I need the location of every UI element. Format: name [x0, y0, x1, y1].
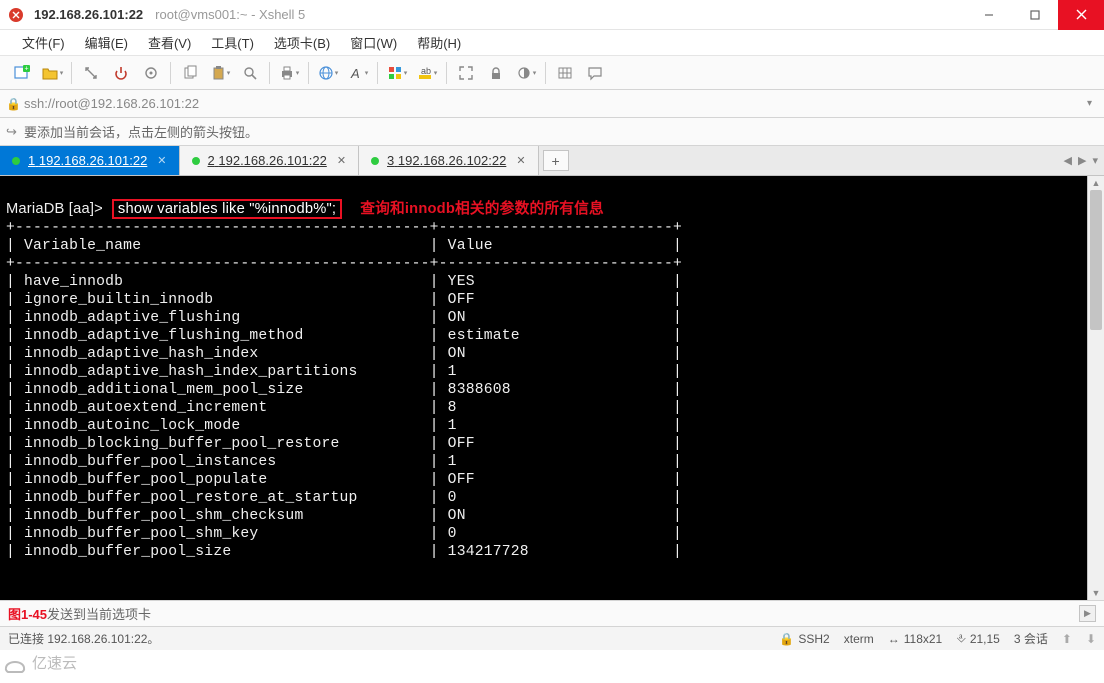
svg-text:+: +	[24, 65, 28, 72]
tab-close-icon[interactable]: ✕	[335, 154, 348, 167]
menubar: 文件(F) 编辑(E) 查看(V) 工具(T) 选项卡(B) 窗口(W) 帮助(…	[0, 30, 1104, 56]
font-icon[interactable]: A▾	[344, 59, 372, 87]
statusbar: 已连接 192.168.26.101:22。 🔒 SSH2 xterm ↔ 11…	[0, 626, 1104, 650]
scroll-down-icon[interactable]: ▼	[1088, 586, 1104, 600]
toolbar: + ▾ ▾ ▾ ▾ A▾ ▾ ab▾ ▾	[0, 56, 1104, 90]
status-down-icon[interactable]: ⬇	[1086, 632, 1096, 646]
fullscreen-icon[interactable]	[452, 59, 480, 87]
tab-next-icon[interactable]: ▶	[1078, 154, 1086, 167]
titlebar: 192.168.26.101:22 root@vms001:~ - Xshell…	[0, 0, 1104, 30]
open-icon[interactable]: ▾	[38, 59, 66, 87]
tab-prev-icon[interactable]: ◀	[1064, 154, 1072, 167]
keypad-icon[interactable]	[551, 59, 579, 87]
svg-text:亿速云: 亿速云	[32, 655, 77, 672]
toolbar-separator	[308, 62, 309, 84]
status-size: ↔ 118x21	[888, 632, 942, 646]
tab-list-icon[interactable]: ▾	[1092, 154, 1098, 167]
menu-edit[interactable]: 编辑(E)	[75, 33, 138, 52]
lock-icon: 🔒	[6, 97, 24, 111]
toolbar-separator	[71, 62, 72, 84]
status-dot-icon	[192, 157, 200, 165]
bottom-message-bar: 图1-45 发送到当前选项卡 ▶	[0, 600, 1104, 626]
address-dropdown-icon[interactable]: ▾	[1081, 98, 1098, 109]
print-icon[interactable]: ▾	[275, 59, 303, 87]
status-term: xterm	[844, 632, 874, 646]
tab-strip: 1 192.168.26.101:22 ✕ 2 192.168.26.101:2…	[0, 146, 1104, 176]
vertical-scrollbar[interactable]: ▲ ▼	[1087, 176, 1104, 600]
menu-window[interactable]: 窗口(W)	[340, 33, 407, 52]
session-tab-1[interactable]: 1 192.168.26.101:22 ✕	[0, 146, 180, 175]
new-session-icon[interactable]: +	[8, 59, 36, 87]
send-target-text: 发送到当前选项卡	[47, 604, 151, 623]
window-title: 192.168.26.101:22	[34, 7, 143, 22]
tab-close-icon[interactable]: ✕	[155, 154, 168, 167]
new-tab-button[interactable]: +	[543, 150, 569, 171]
session-tab-2[interactable]: 2 192.168.26.101:22 ✕	[180, 146, 360, 175]
app-logo-icon	[8, 7, 24, 23]
address-input[interactable]: ssh://root@192.168.26.101:22	[24, 96, 1081, 111]
svg-text:ab: ab	[421, 66, 431, 76]
hint-text: 要添加当前会话，点击左侧的箭头按钮。	[24, 122, 258, 141]
globe-icon[interactable]: ▾	[314, 59, 342, 87]
find-icon[interactable]	[236, 59, 264, 87]
highlight-icon[interactable]: ab▾	[413, 59, 441, 87]
tab-nav: ◀ ▶ ▾	[1058, 146, 1104, 175]
window-subtitle: root@vms001:~ - Xshell 5	[155, 7, 305, 22]
status-up-icon[interactable]: ⬆	[1062, 632, 1072, 646]
menu-file[interactable]: 文件(F)	[12, 33, 75, 52]
terminal[interactable]: MariaDB [aa]> show variables like "%inno…	[0, 176, 1087, 600]
status-dot-icon	[12, 157, 20, 165]
scroll-up-icon[interactable]: ▲	[1088, 176, 1104, 190]
disconnect-icon[interactable]	[107, 59, 135, 87]
status-dot-icon	[371, 157, 379, 165]
hint-arrow-icon[interactable]: ↪	[6, 124, 24, 140]
status-connection: 已连接 192.168.26.101:22。	[8, 630, 159, 647]
menu-tab[interactable]: 选项卡(B)	[264, 33, 340, 52]
minimize-button[interactable]	[966, 0, 1012, 30]
watermark: 亿速云	[0, 650, 1104, 676]
hint-bar: ↪ 要添加当前会话，点击左侧的箭头按钮。	[0, 118, 1104, 146]
terminal-area: MariaDB [aa]> show variables like "%inno…	[0, 176, 1104, 600]
maximize-button[interactable]	[1012, 0, 1058, 30]
toolbar-separator	[269, 62, 270, 84]
paste-icon[interactable]: ▾	[206, 59, 234, 87]
transparency-icon[interactable]: ▾	[512, 59, 540, 87]
menu-view[interactable]: 查看(V)	[138, 33, 201, 52]
toolbar-separator	[545, 62, 546, 84]
tab-close-icon[interactable]: ✕	[514, 154, 527, 167]
scroll-right-icon[interactable]: ▶	[1079, 605, 1096, 622]
properties-icon[interactable]	[137, 59, 165, 87]
session-tab-3[interactable]: 3 192.168.26.102:22 ✕	[359, 146, 539, 175]
reconnect-icon[interactable]	[77, 59, 105, 87]
copy-icon[interactable]	[176, 59, 204, 87]
status-sessions: 3 会话	[1014, 630, 1048, 647]
figure-label: 图1-45	[8, 604, 47, 623]
chat-icon[interactable]	[581, 59, 609, 87]
toolbar-separator	[170, 62, 171, 84]
menu-help[interactable]: 帮助(H)	[407, 33, 471, 52]
lock-icon[interactable]	[482, 59, 510, 87]
color-icon[interactable]: ▾	[383, 59, 411, 87]
scroll-thumb[interactable]	[1090, 190, 1102, 330]
toolbar-separator	[377, 62, 378, 84]
svg-text:A: A	[350, 66, 360, 81]
menu-tools[interactable]: 工具(T)	[201, 33, 264, 52]
close-button[interactable]	[1058, 0, 1104, 30]
address-bar: 🔒 ssh://root@192.168.26.101:22 ▾	[0, 90, 1104, 118]
status-ssh: 🔒 SSH2	[779, 632, 829, 646]
toolbar-separator	[446, 62, 447, 84]
status-pos: ⎀ 21,15	[956, 631, 1000, 646]
